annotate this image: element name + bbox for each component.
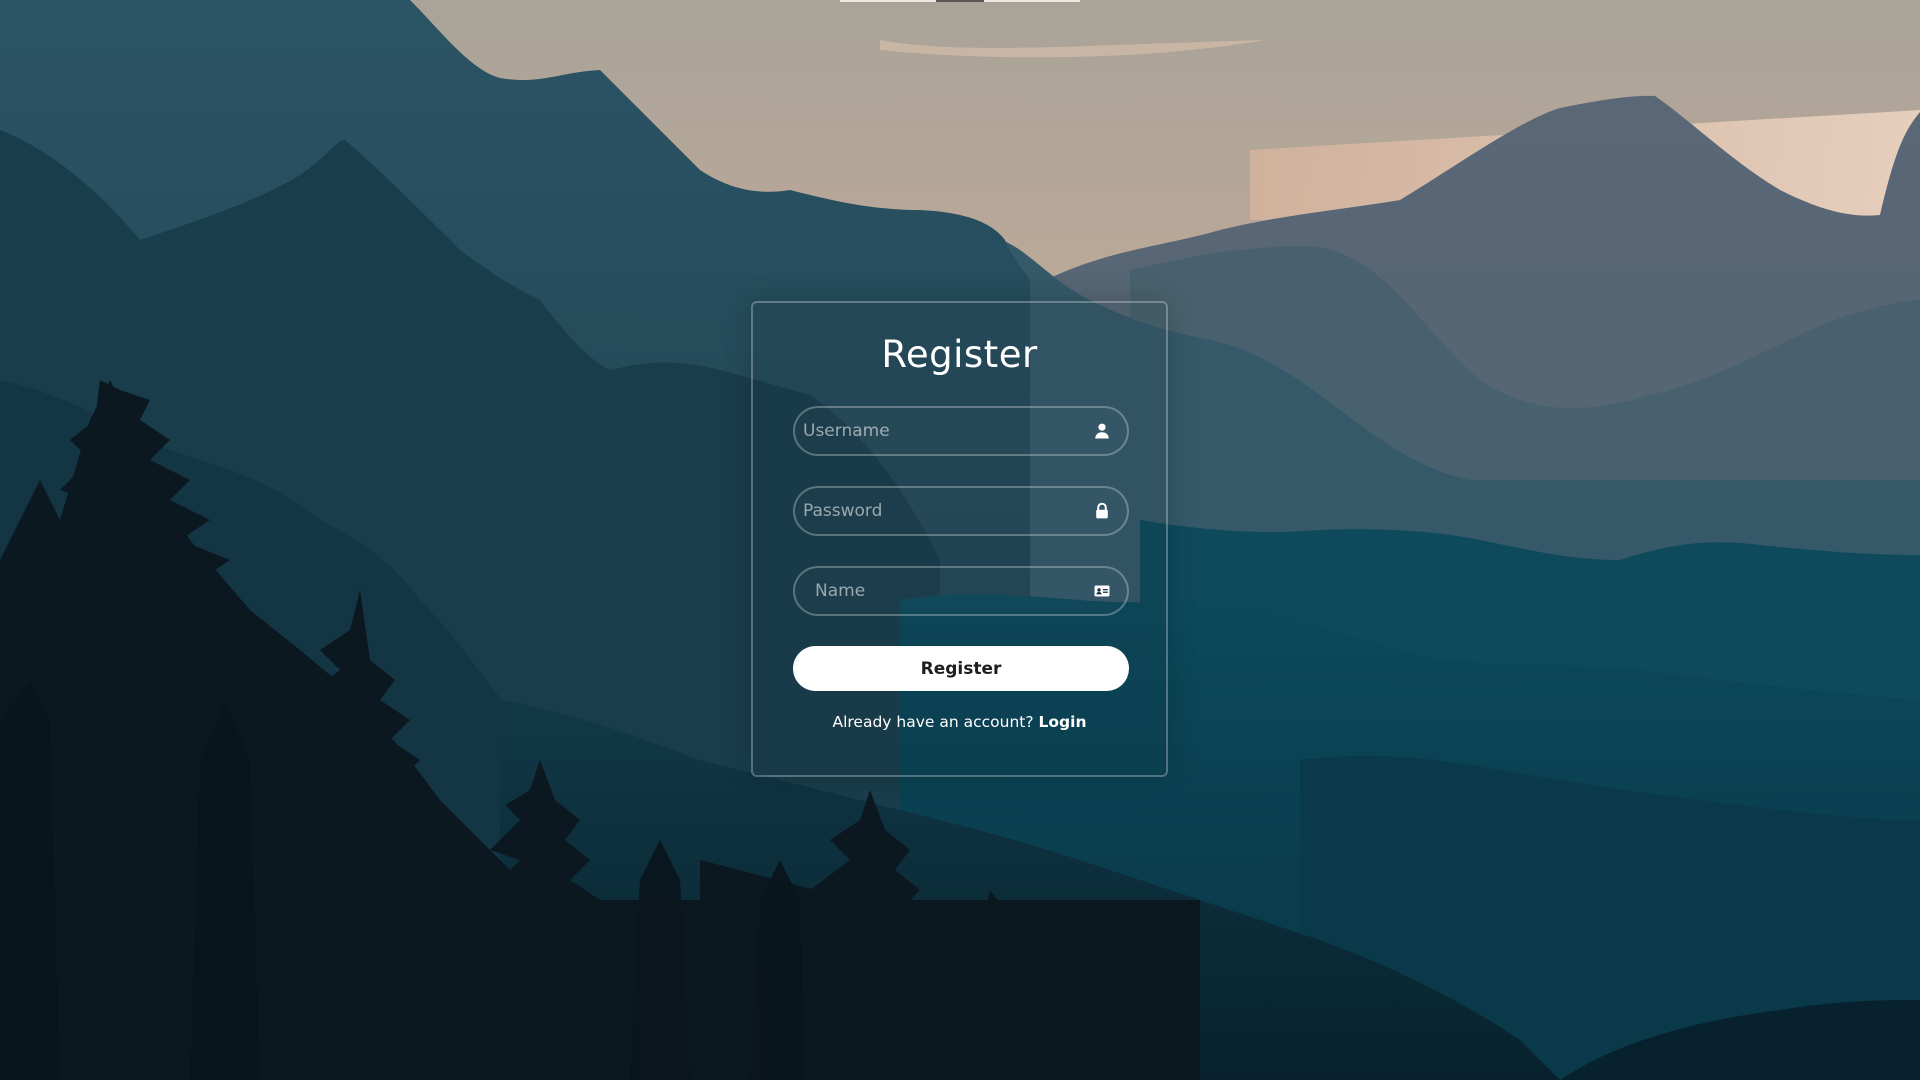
- login-prompt: Already have an account? Login: [753, 712, 1166, 732]
- login-link[interactable]: Login: [1039, 713, 1087, 731]
- form-title: Register: [881, 333, 1038, 376]
- lock-icon: [1096, 502, 1108, 519]
- top-indicator-right: [984, 0, 1080, 2]
- name-input[interactable]: [795, 568, 1075, 614]
- top-indicator-left: [840, 0, 936, 2]
- user-icon: [1095, 423, 1109, 439]
- register-button[interactable]: Register: [793, 646, 1129, 691]
- top-indicator-active: [936, 0, 984, 2]
- name-field-wrapper: [793, 566, 1129, 616]
- id-card-icon: [1094, 585, 1110, 597]
- login-prompt-text: Already have an account?: [832, 713, 1034, 731]
- username-input[interactable]: [795, 408, 1075, 454]
- register-form-card: Register Register Already have an accoun…: [751, 301, 1168, 777]
- username-field-wrapper: [793, 406, 1129, 456]
- password-input[interactable]: [795, 488, 1075, 534]
- password-field-wrapper: [793, 486, 1129, 536]
